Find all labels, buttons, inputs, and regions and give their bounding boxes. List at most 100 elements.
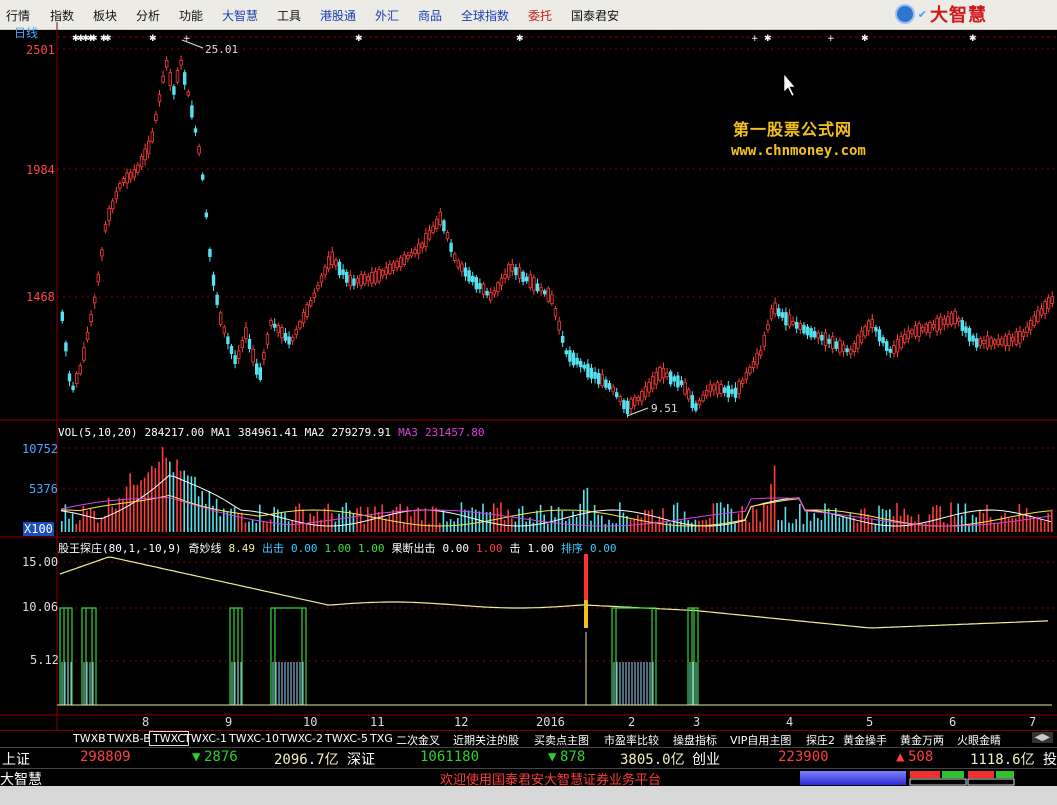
date-axis-label: 12	[454, 715, 469, 729]
cy-index-name[interactable]: 创业	[692, 749, 720, 769]
indicator-tab[interactable]: 黄金万两	[897, 732, 947, 748]
volume-bar	[619, 502, 621, 532]
chart-area[interactable]: ✱ ✱ ✱ ✱ ✱ ✱ ✱ ✱ + ✱ ✱ + ✱ + ✱ ✱ 日线 2501 1984 1468 25.01…	[0, 22, 1057, 732]
indicator-tab[interactable]: TWXC-10	[226, 732, 282, 745]
indicator-tab[interactable]: TWXC-1	[181, 732, 230, 745]
date-axis-label: 2016	[536, 715, 565, 729]
candle-body	[312, 292, 316, 298]
candle-body	[942, 318, 946, 325]
candle-body	[298, 321, 302, 329]
indicator-tab[interactable]: VIP自用主图	[727, 732, 794, 748]
chart-canvas[interactable]: ✱✱✱✱✱ ✱✱ ✱ + ✱ ✱ + ✱ + ✱ ✱	[0, 22, 1057, 730]
indicator-info-line: 股王探庄(80,1,-10,9) 奇妙线 8.49 出击 0.00 1.00 1.00 果断出…	[58, 540, 623, 556]
tab-scroll-arrows[interactable]: ◀▶	[1031, 732, 1053, 743]
volume-bar	[446, 521, 448, 532]
candle-body	[525, 276, 529, 282]
candle-body	[946, 316, 950, 325]
candle-body	[478, 283, 482, 290]
indicator-tab[interactable]: 近期关注的股	[450, 732, 522, 748]
status-bar: 大智慧 欢迎使用国泰君安大智慧证券业务平台	[0, 768, 1057, 788]
signal-star-icon: ✱	[355, 34, 363, 44]
volume-bar	[370, 514, 373, 532]
indicator-info-item: 出击	[261, 542, 284, 555]
indicator-tab[interactable]: 探庄2	[803, 732, 838, 748]
indicator-tab[interactable]: TWXC-2	[277, 732, 326, 745]
volume-bar	[507, 509, 509, 532]
candle-body	[921, 326, 925, 332]
candle-body	[881, 337, 885, 344]
ticker-trailing-label[interactable]: 投	[1043, 749, 1057, 769]
low-price-label: 9.51	[651, 402, 678, 415]
volume-bar	[943, 522, 945, 532]
candle-body	[885, 341, 889, 351]
volume-bar	[104, 515, 106, 532]
candle-body	[247, 338, 252, 350]
candle-body	[989, 337, 993, 347]
indicator-tab[interactable]: 买卖点主图	[531, 732, 592, 748]
candle-body	[546, 287, 550, 302]
indicator-tab[interactable]: 操盘指标	[670, 732, 720, 748]
volume-bar	[147, 472, 149, 532]
candle-body	[521, 271, 525, 282]
sh-index-name[interactable]: 上证	[2, 749, 30, 769]
volume-bar	[539, 504, 542, 532]
indicator-tab[interactable]: TWXB-B	[104, 732, 154, 745]
volume-bar	[417, 507, 419, 532]
indicator-tab[interactable]: TWXB	[70, 732, 109, 745]
candle-body	[820, 334, 824, 341]
candle-body	[877, 329, 882, 342]
logo-globe-icon	[894, 4, 915, 24]
candle-body	[690, 395, 694, 408]
volume-bar	[287, 521, 290, 532]
volume-bar	[125, 486, 128, 532]
watermark-url: www.chnmoney.com	[731, 143, 866, 159]
candle-body	[233, 355, 237, 364]
candle-body	[384, 267, 388, 275]
indicator-info-item: 1.00	[527, 542, 554, 555]
candle-body	[733, 387, 738, 398]
candle-body	[838, 340, 842, 353]
sh-index-change: 2876	[204, 749, 238, 765]
volume-bar	[413, 509, 416, 532]
candle-body	[204, 212, 208, 218]
candle-body	[903, 334, 907, 344]
indicator-tab[interactable]: 火眼金睛	[954, 732, 1004, 748]
volume-bar	[1015, 518, 1017, 532]
volume-bar	[874, 523, 877, 532]
volume-bar	[961, 515, 963, 532]
volume-bar	[532, 522, 535, 532]
candle-body	[445, 232, 450, 240]
indicator-tab[interactable]: 黄金操手	[840, 732, 890, 748]
volume-bar	[453, 521, 455, 532]
candle-body	[154, 113, 158, 121]
volume-bar	[201, 491, 203, 532]
indicator-axis-label-mid: 10.06	[22, 600, 59, 614]
signal-star-icon: ✱	[764, 34, 772, 44]
indicator-tab[interactable]: 市盈率比较	[601, 732, 662, 748]
volume-bar	[262, 521, 265, 532]
indicator-tab[interactable]: TWXC-5	[322, 732, 371, 745]
indicator-tab[interactable]: 二次金叉	[393, 732, 443, 748]
candle-body	[402, 254, 406, 265]
signal-star-icon: ✱	[90, 34, 98, 44]
candle-body	[71, 385, 75, 391]
candle-body	[705, 390, 709, 397]
volume-bar	[856, 522, 859, 532]
volume-bar	[349, 510, 351, 532]
volume-bar	[878, 505, 880, 532]
period-label[interactable]: 日线	[14, 24, 38, 41]
candle-body	[831, 336, 835, 350]
indicator-tab[interactable]: TXG	[367, 732, 396, 745]
volume-bar	[565, 521, 567, 532]
candle-body	[669, 371, 673, 385]
candle-body	[845, 348, 849, 353]
volume-bar	[928, 514, 931, 532]
candle-body	[337, 261, 342, 276]
volume-bar	[734, 523, 736, 532]
cy-amount: 1118.6亿	[970, 752, 1035, 768]
candle-body	[128, 172, 133, 180]
sz-index-name[interactable]: 深证	[347, 749, 375, 769]
candle-body	[586, 363, 590, 378]
candle-body	[89, 314, 93, 322]
low-pointer-line	[626, 407, 649, 417]
